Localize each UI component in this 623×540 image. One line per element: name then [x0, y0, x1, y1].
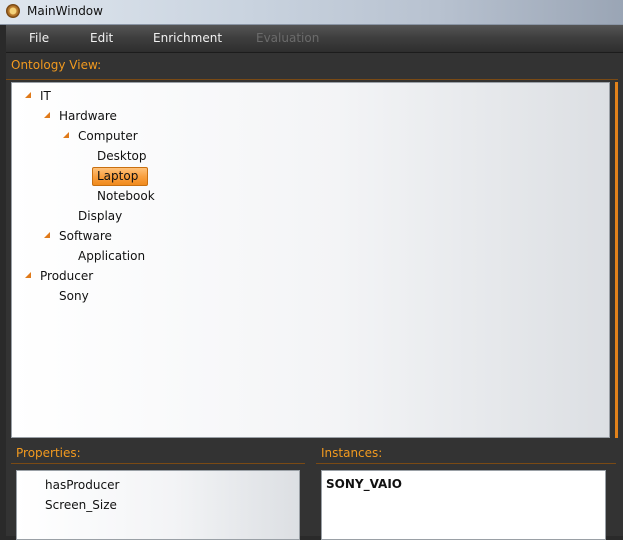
tree-node-computer[interactable]: Computer [61, 127, 141, 145]
title-bar: MainWindow [0, 0, 623, 25]
tree-scroll-accent [615, 82, 618, 438]
tree-node-label: IT [40, 89, 51, 103]
window-title: MainWindow [27, 4, 103, 18]
instance-item-sony-vaio[interactable]: SONY_VAIO [326, 477, 402, 491]
tree-node-desktop[interactable]: Desktop [80, 147, 160, 165]
tree-node-label: Sony [59, 289, 89, 303]
menu-evaluation: Evaluation [256, 31, 320, 45]
expand-arrow-icon[interactable] [63, 132, 69, 138]
menu-edit[interactable]: Edit [90, 31, 113, 45]
properties-list[interactable]: hasProducer Screen_Size [16, 470, 300, 540]
tree-node-label: Notebook [97, 189, 155, 203]
menu-file[interactable]: File [29, 31, 49, 45]
tree-node-label: Display [78, 209, 123, 223]
tree-node-producer[interactable]: Producer [23, 267, 103, 285]
menu-bar: File Edit Enrichment Evaluation [6, 25, 623, 53]
tree-node-label: Hardware [59, 109, 117, 123]
property-item-screen-size[interactable]: Screen_Size [45, 498, 117, 512]
app-icon [6, 4, 20, 18]
tree-node-label: Laptop [97, 169, 139, 183]
menu-enrichment[interactable]: Enrichment [153, 31, 222, 45]
expand-arrow-icon[interactable] [25, 92, 31, 98]
properties-label: Properties: [16, 446, 81, 460]
instances-label: Instances: [321, 446, 383, 460]
tree-node-label: Software [59, 229, 112, 243]
tree-node-display[interactable]: Display [61, 207, 141, 225]
expand-arrow-icon[interactable] [44, 112, 50, 118]
tree-node-notebook[interactable]: Notebook [80, 187, 170, 205]
property-item-hasproducer[interactable]: hasProducer [45, 478, 119, 492]
tree-node-application[interactable]: Application [61, 247, 161, 265]
tree-node-label: Producer [40, 269, 94, 283]
tree-node-software[interactable]: Software [42, 227, 122, 245]
instances-list[interactable]: SONY_VAIO [321, 470, 606, 540]
ontology-divider [6, 79, 618, 80]
tree-node-hardware[interactable]: Hardware [42, 107, 122, 125]
tree-node-laptop[interactable]: Laptop [80, 167, 160, 185]
ontology-view-label: Ontology View: [11, 58, 102, 72]
properties-divider [11, 463, 305, 464]
tree-node-label: Computer [78, 129, 138, 143]
tree-node-sony[interactable]: Sony [42, 287, 102, 305]
tree-node-it[interactable]: IT [23, 87, 83, 105]
tree-node-label: Application [78, 249, 146, 263]
expand-arrow-icon[interactable] [25, 272, 31, 278]
instances-divider [316, 463, 616, 464]
tree-node-label: Desktop [97, 149, 147, 163]
expand-arrow-icon[interactable] [44, 232, 50, 238]
